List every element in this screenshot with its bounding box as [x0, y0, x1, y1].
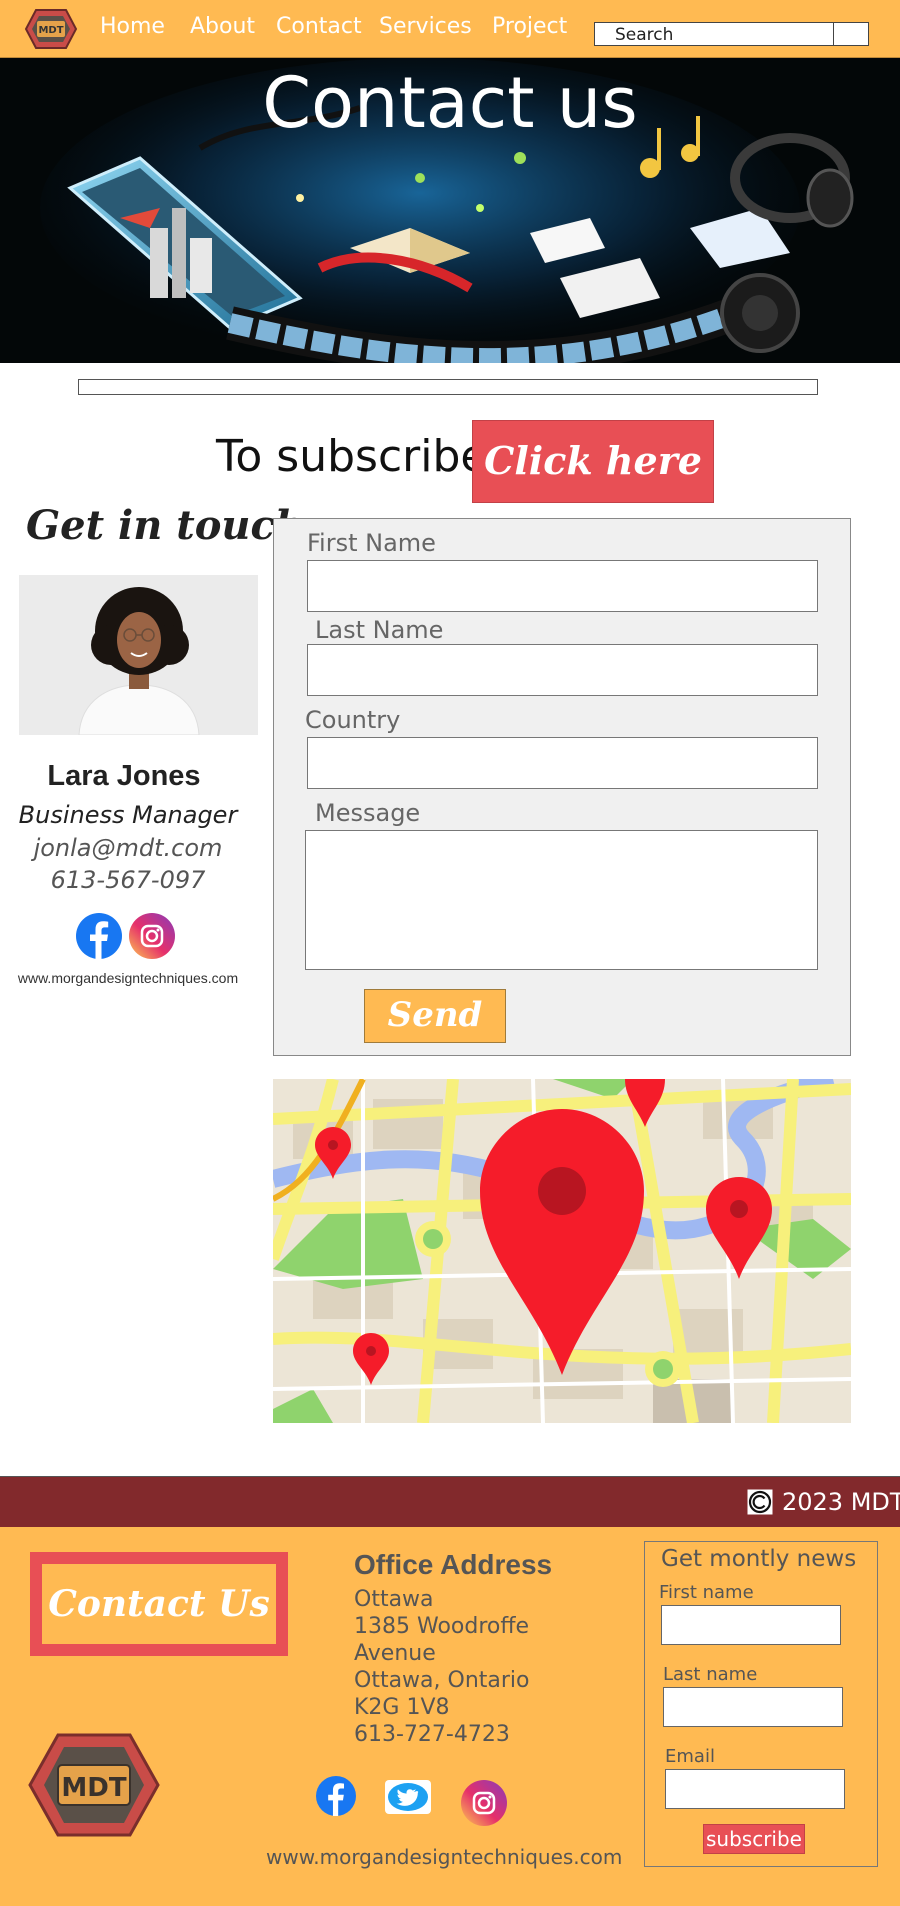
office-line: Ottawa, Ontario [354, 1668, 530, 1693]
logo-icon[interactable]: MDT [24, 8, 78, 50]
search-input[interactable] [595, 23, 835, 47]
search-button[interactable] [833, 22, 869, 46]
office-address-title: Office Address [354, 1549, 553, 1580]
newsletter-email-input[interactable] [665, 1769, 845, 1809]
newsletter-last-name-label: Last name [663, 1664, 758, 1685]
footer: Contact Us MDT Office Address Ottawa 138… [0, 1527, 900, 1906]
search-box [594, 22, 835, 47]
message-textarea[interactable] [305, 830, 818, 970]
location-map[interactable] [273, 1079, 851, 1423]
newsletter-subscribe-button[interactable]: subscribe [703, 1824, 805, 1854]
office-line: 613-727-4723 [354, 1722, 510, 1747]
newsletter-form: Get montly news First name Last name Ema… [644, 1541, 878, 1867]
profile-photo [19, 575, 258, 735]
newsletter-last-name-input[interactable] [663, 1687, 843, 1727]
newsletter-first-name-label: First name [659, 1582, 754, 1603]
office-line: 1385 Woodroffe [354, 1614, 530, 1639]
footer-website-link[interactable]: www.morgandesigntechniques.com [266, 1845, 622, 1869]
contact-role: Business Manager [18, 801, 238, 829]
nav-project-link[interactable]: Project [492, 14, 567, 39]
country-input[interactable] [307, 737, 818, 789]
message-label: Message [315, 799, 421, 827]
instagram-icon[interactable] [461, 1780, 507, 1826]
website-link[interactable]: www.morgandesigntechniques.com [0, 970, 256, 986]
contact-name: Lara Jones [47, 760, 201, 792]
office-line: Avenue [354, 1641, 436, 1666]
copyright-bar: 2023 MDT [0, 1476, 900, 1527]
twitter-icon[interactable] [385, 1780, 431, 1814]
footer-contact-button[interactable]: Contact Us [30, 1552, 288, 1656]
first-name-input[interactable] [307, 560, 818, 612]
last-name-input[interactable] [307, 644, 818, 696]
newsletter-title: Get montly news [661, 1546, 857, 1572]
first-name-label: First Name [307, 529, 436, 557]
nav-contact-link[interactable]: Contact [276, 14, 362, 39]
nav-services-link[interactable]: Services [379, 14, 472, 39]
country-label: Country [305, 706, 401, 734]
copyright-text: 2023 MDT [782, 1488, 900, 1516]
logo-icon[interactable]: MDT [28, 1733, 160, 1837]
facebook-icon[interactable] [316, 1776, 356, 1816]
last-name-label: Last Name [315, 616, 444, 644]
contact-email[interactable]: jonla@mdt.com [0, 834, 256, 862]
subscribe-text: To subscribe [216, 431, 488, 482]
empty-bar [78, 379, 818, 395]
nav-home-link[interactable]: Home [100, 14, 165, 39]
hero-banner: Contact us [0, 58, 900, 363]
office-line: K2G 1V8 [354, 1695, 450, 1720]
hero-title: Contact us [262, 62, 638, 144]
nav-about-link[interactable]: About [190, 14, 255, 39]
footer-contact-label: Contact Us [48, 1583, 270, 1625]
copyright-icon [747, 1489, 773, 1515]
office-line: Ottawa [354, 1587, 434, 1612]
get-in-touch-heading: Get in touch [26, 502, 304, 549]
svg-text:MDT: MDT [61, 1773, 126, 1803]
svg-text:MDT: MDT [38, 25, 63, 36]
subscribe-button[interactable]: Click here ! [472, 420, 714, 563]
send-button[interactable]: Send [364, 989, 506, 1043]
instagram-icon[interactable] [129, 913, 175, 959]
top-nav: MDT Home About Contact Services Project [0, 0, 900, 58]
contact-form: First Name Last Name Country Message Sen… [273, 518, 851, 1056]
newsletter-first-name-input[interactable] [661, 1605, 841, 1645]
newsletter-email-label: Email [665, 1746, 715, 1767]
contact-phone: 613-567-097 [50, 866, 206, 894]
facebook-icon[interactable] [76, 913, 122, 959]
